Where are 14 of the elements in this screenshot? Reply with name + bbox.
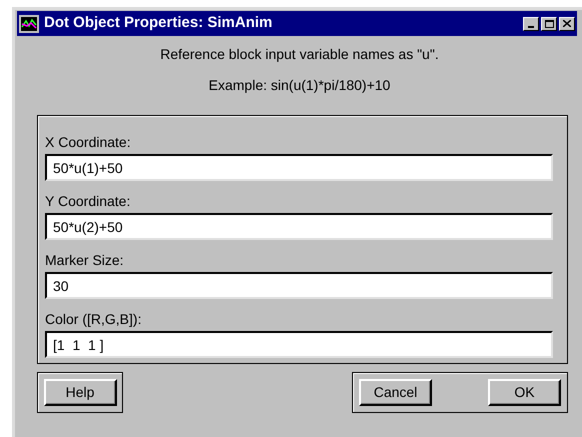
text-field[interactable]: 30	[45, 272, 553, 299]
ok-button[interactable]: OK	[488, 379, 561, 406]
field-label: X Coordinate:	[45, 134, 132, 152]
field-label: Marker Size:	[45, 252, 125, 270]
text-field[interactable]: 50*u(2)+50	[45, 213, 553, 240]
field-label: Color ([R,G,B]):	[45, 311, 142, 329]
window-title: Dot Object Properties: SimAnim	[44, 13, 272, 34]
field-label: Y Coordinate:	[45, 193, 132, 211]
text-field[interactable]: [1 1 1 ]	[45, 331, 553, 358]
instruction-text: Example: sin(u(1)*pi/180)+10	[208, 76, 390, 94]
instruction-text: Reference block input variable names as "u".	[160, 45, 439, 63]
cancel-button[interactable]: Cancel	[359, 379, 432, 406]
text-field[interactable]: 50*u(1)+50	[45, 154, 553, 181]
help-button[interactable]: Help	[44, 379, 116, 406]
